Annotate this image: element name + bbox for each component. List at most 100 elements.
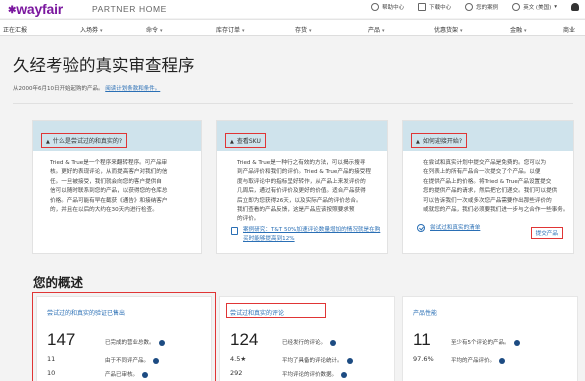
card-body: Tried & True是一种行之有效的方法，可以揭示搜寻 到产品评价和我们的评… <box>237 159 371 225</box>
overview-row-desc: 产品已审核。 <box>105 370 149 378</box>
nav-label: 命令 <box>146 27 159 34</box>
view-sku-card: ▲ 查看SKU Tried & True是一种行之有效的方法，可以揭示搜寻 到产品… <box>216 120 388 254</box>
body-line: Tried & True是一个程序来翻转程序。可产品审 <box>50 160 168 166</box>
overview-row-value: 10 <box>47 369 56 377</box>
chevron-down-icon: ▾ <box>242 28 245 34</box>
nav-label: 正在汇报 <box>3 27 28 34</box>
body-line: 在提供产品上的价格。将Tried & True产品设置提交 <box>423 178 552 185</box>
logo-text: wayfair <box>16 1 64 17</box>
chevron-down-icon: ▾ <box>100 28 103 34</box>
download-center-link[interactable]: 下载中心 <box>418 3 451 11</box>
body-line: 我们查看的产品反馈，这是产品应该按照要求预 <box>237 207 355 214</box>
body-line: 价格。产品可能有早在截获《通告》和接纳客户 <box>50 197 168 204</box>
nav-item-promotions[interactable]: 优惠货架 ▾ <box>434 25 463 34</box>
nav-label: 产品 <box>368 27 381 34</box>
info-icon[interactable] <box>346 357 353 364</box>
chevron-down-icon: ▾ <box>160 28 163 34</box>
top-bar: ✱wayfair PARTNER HOME 帮助中心 下载中心 您的案例 英文 … <box>0 0 585 18</box>
checklist-link-row: 尝试过和真实的清单 <box>417 224 480 233</box>
how-to-start-card: ▲ 如何迎接开始? 在尝试和真实计划中提交产品是免费的。您可以为 在列表上的所有产… <box>402 120 574 254</box>
how-to-start-toggle[interactable]: ▲ 如何迎接开始? <box>411 133 468 148</box>
overview-row-value: 97.6% <box>413 355 434 363</box>
what-is-toggle[interactable]: ▲ 什么是尝试过的和真实的? <box>41 133 128 148</box>
checklist-link[interactable]: 尝试过和真实的清单 <box>430 224 480 233</box>
info-icon[interactable] <box>142 371 149 378</box>
info-icon[interactable] <box>153 357 160 364</box>
program-subline: 从2000年6月10日开始起购的产品。 阅读计划条款和条件。 <box>13 84 160 92</box>
desc-text: 平均了具备的评论统计。 <box>282 358 343 364</box>
wayfair-logo[interactable]: ✱wayfair <box>8 1 63 17</box>
nav-item-reporting[interactable]: 正在汇报 <box>3 25 27 34</box>
body-line: 可以告诉我们一次或多次您产品需要作出那些评价的 <box>423 197 552 204</box>
body-line: 核。更好的表现评论，从而提高客户对我们的信 <box>50 169 168 176</box>
body-line: 后立即为您获得26天，以及实际产品的评价总合。 <box>237 197 362 204</box>
divider <box>13 103 573 104</box>
overview-big-desc: 已经发行的评论。 <box>282 338 337 346</box>
caret-up-icon: ▲ <box>230 139 234 145</box>
desc-text: 已经发行的评论。 <box>282 340 327 346</box>
info-icon[interactable] <box>341 371 348 378</box>
body-line: 在列表上的所有产品合一次提交了个产品。以便 <box>423 169 541 176</box>
view-sku-toggle[interactable]: ▲ 查看SKU <box>225 133 266 148</box>
message-icon <box>465 3 474 11</box>
chevron-down-icon: ▾ <box>460 28 463 34</box>
overview-card-title[interactable]: 产品性能 <box>413 308 437 317</box>
user-account-icon[interactable] <box>571 3 579 11</box>
download-center-label: 下载中心 <box>429 5 452 11</box>
nav-label: 存货 <box>295 27 308 34</box>
caret-up-icon: ▲ <box>416 139 420 145</box>
submit-product-button[interactable]: 提交产品 <box>530 227 563 239</box>
info-icon[interactable] <box>158 339 165 346</box>
your-cases-label: 您的案例 <box>476 5 499 11</box>
overview-big-number: 147 <box>47 330 76 349</box>
info-icon[interactable] <box>513 339 520 346</box>
desc-text: 产品已审核。 <box>105 372 139 378</box>
desc-text: 已完成的营业总数。 <box>105 340 155 346</box>
info-icon[interactable] <box>330 339 337 346</box>
body-line: 度与取评论中的指标呈好转作，从产品上来发评价的 <box>237 178 366 185</box>
info-icon[interactable] <box>499 357 506 364</box>
body-line: 或就您的产品，我们必须要我们进一步与之合作一些事务。 <box>423 207 569 214</box>
overview-card-sold: 尝试过的和真实的验证已售出 147 已完成的营业总数。 11 由于不同评产品。 … <box>36 296 212 381</box>
desc-text: 平均的产品评价。 <box>451 358 496 364</box>
overview-card-title[interactable]: 尝试过的和真实的验证已售出 <box>47 308 125 317</box>
subline-text: 从2000年6月10日开始起购的产品。 <box>13 86 104 92</box>
case-study-link-row: 案例研究：T&T 50%加速评论数量增加的情况就是在购买时能够提高到12% <box>231 226 381 244</box>
chevron-down-icon: ▾ <box>382 28 385 34</box>
overview-big-number: 124 <box>230 330 259 349</box>
overview-card-performance: 产品性能 11 至少有5个评论的产品。 97.6% 平均的产品评价。 <box>402 296 578 381</box>
nav-item-stock[interactable]: 存货 ▾ <box>295 25 312 34</box>
card-body: 在尝试和真实计划中提交产品是免费的。您可以为 在列表上的所有产品合一次提交了个产… <box>423 159 568 215</box>
nav-item-products[interactable]: 产品 ▾ <box>368 25 385 34</box>
terms-link[interactable]: 阅读计划条款和条件。 <box>105 86 160 92</box>
body-line: Tried & True是一种行之有效的方法，可以揭示搜寻 <box>237 160 366 166</box>
card-title-text: 查看SKU <box>236 138 261 145</box>
body-line: 几周后，通过有价评价及更好的价值。适合产品获得 <box>237 188 366 195</box>
overview-title: 您的概述 <box>33 275 84 290</box>
overview-row-value: 4.5★ <box>230 355 247 363</box>
nav-item-onboarding[interactable]: 入场券 ▾ <box>80 25 103 34</box>
overview-big-desc: 已完成的营业总数。 <box>105 338 165 346</box>
body-line: 信可以随时联系到您的产品，以获得您的仓库总 <box>50 188 168 195</box>
chevron-down-icon: ▾ <box>524 28 527 34</box>
logo-star-icon: ✱ <box>8 5 17 16</box>
overview-card-reviews: 尝试过和真实的评论 124 已经发行的评论。 4.5★ 平均了具备的评论统计。 … <box>219 296 395 381</box>
overview-row-value: 292 <box>230 369 243 377</box>
desc-text: 至少有5个评论的产品。 <box>451 340 510 346</box>
overview-card-title[interactable]: 尝试过和真实的评论 <box>230 308 284 317</box>
language-label: 英文 (美国) <box>523 5 552 11</box>
help-center-link[interactable]: 帮助中心 <box>371 3 404 11</box>
download-icon <box>418 3 427 11</box>
overview-row-desc: 平均的产品评价。 <box>451 356 506 364</box>
language-selector[interactable]: 英文 (美国) ▾ <box>512 3 557 11</box>
overview-row-desc: 平均评论的评价数据。 <box>282 370 348 378</box>
nav-item-orders[interactable]: 命令 ▾ <box>146 25 163 34</box>
case-study-link[interactable]: 案例研究：T&T 50%加速评论数量增加的情况就是在购买时能够提高到12% <box>243 226 381 244</box>
your-cases-link[interactable]: 您的案例 <box>465 3 498 11</box>
nav-item-business[interactable]: 商业 <box>563 25 575 34</box>
card-title-text: 什么是尝试过的和真实的? <box>52 138 123 145</box>
check-circle-icon <box>417 224 425 232</box>
nav-item-finance[interactable]: 金融 ▾ <box>510 25 527 34</box>
overview-big-number: 11 <box>413 330 431 349</box>
nav-item-inventory-orders[interactable]: 库存订单 ▾ <box>216 25 245 34</box>
